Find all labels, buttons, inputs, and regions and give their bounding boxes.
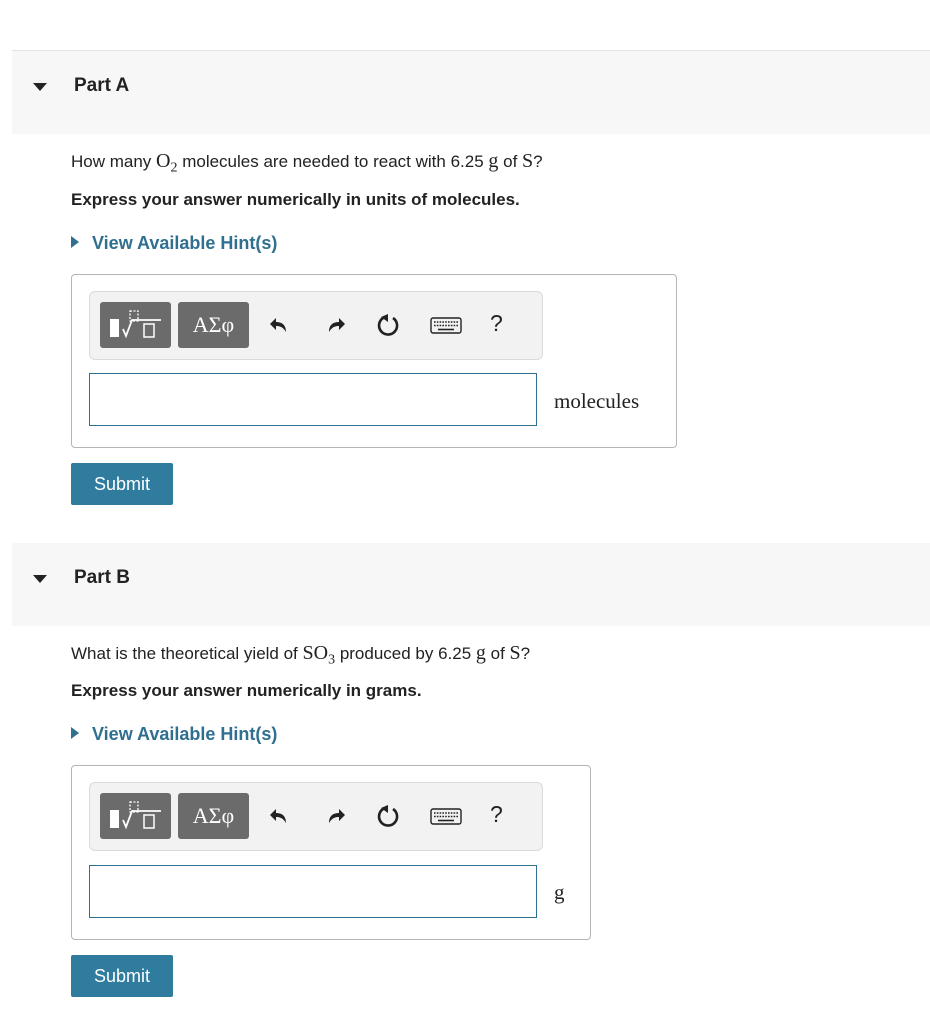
math-toolbar: ΑΣφ ?	[89, 291, 543, 360]
templates-button[interactable]	[100, 302, 171, 348]
keyboard-icon	[430, 808, 462, 825]
templates-button[interactable]	[100, 793, 171, 839]
undo-icon	[270, 809, 286, 823]
templates-icon	[109, 801, 161, 830]
part-a-question: How many O2 molecules are needed to reac…	[71, 150, 543, 176]
part-a-header[interactable]: Part A	[12, 51, 930, 134]
greek-letters-button[interactable]: ΑΣφ	[178, 793, 249, 839]
submit-button[interactable]: Submit	[71, 955, 173, 997]
keyboard-icon	[430, 317, 462, 334]
redo-button[interactable]	[323, 803, 349, 829]
math-toolbar: ΑΣφ ?	[89, 782, 543, 851]
part-b-answer-box: ΑΣφ ? g	[71, 765, 591, 940]
keyboard-button[interactable]	[430, 803, 462, 829]
part-a-hint-link[interactable]: View Available Hint(s)	[71, 233, 277, 254]
caret-down-icon[interactable]	[33, 575, 47, 583]
hint-label: View Available Hint(s)	[92, 233, 278, 253]
redo-icon	[329, 318, 345, 332]
unit-label: molecules	[554, 389, 640, 413]
reset-button[interactable]	[376, 803, 402, 829]
part-b-question: What is the theoretical yield of SO3 pro…	[71, 642, 531, 668]
hint-label: View Available Hint(s)	[92, 724, 278, 744]
reset-button[interactable]	[376, 312, 402, 338]
part-b-hint-link[interactable]: View Available Hint(s)	[71, 724, 277, 745]
undo-button[interactable]	[266, 312, 292, 338]
undo-icon	[270, 318, 286, 332]
greek-letters-button[interactable]: ΑΣφ	[178, 302, 249, 348]
reset-icon	[377, 805, 399, 827]
part-a-instruction: Express your answer numerically in units…	[71, 190, 520, 209]
templates-icon	[109, 310, 161, 339]
caret-down-icon[interactable]	[33, 83, 47, 91]
hint-triangle-icon	[71, 727, 79, 739]
hint-triangle-icon	[71, 236, 79, 248]
part-a-title: Part A	[74, 75, 130, 96]
unit-label: g	[554, 880, 565, 904]
reset-icon	[377, 314, 399, 336]
answer-input[interactable]	[89, 865, 537, 918]
redo-button[interactable]	[323, 312, 349, 338]
undo-button[interactable]	[266, 803, 292, 829]
part-a-answer-box: ΑΣφ ? molecules	[71, 274, 677, 448]
keyboard-button[interactable]	[430, 312, 462, 338]
redo-icon	[329, 809, 345, 823]
part-b-header[interactable]: Part B	[12, 543, 930, 626]
answer-input[interactable]	[89, 373, 537, 426]
help-button[interactable]: ?	[490, 801, 503, 828]
help-button[interactable]: ?	[490, 310, 503, 337]
part-b-instruction: Express your answer numerically in grams…	[71, 681, 422, 700]
part-b-title: Part B	[74, 567, 130, 588]
submit-button[interactable]: Submit	[71, 463, 173, 505]
